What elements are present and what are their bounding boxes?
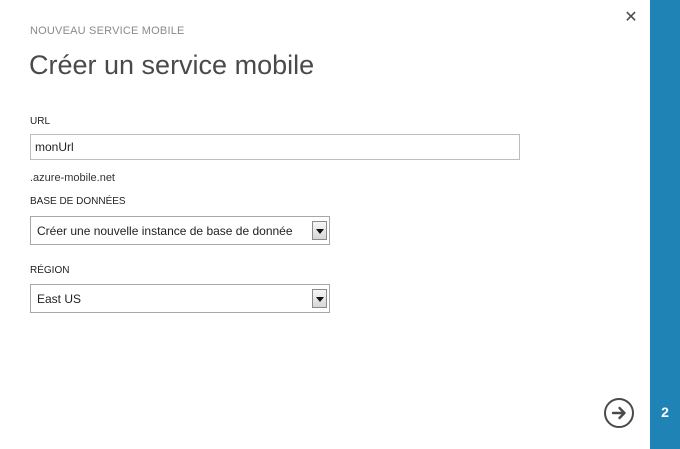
- step-number: 2: [661, 404, 669, 420]
- chevron-down-icon: [316, 229, 324, 234]
- wizard-step-sidebar: 2: [650, 0, 680, 449]
- url-suffix: .azure-mobile.net: [30, 172, 115, 184]
- dropdown-button[interactable]: [312, 221, 327, 240]
- database-label: BASE DE DONNÉES: [30, 196, 126, 207]
- arrow-right-icon: [611, 406, 626, 420]
- page-title: Créer un service mobile: [29, 50, 315, 80]
- region-selected-value: East US: [37, 292, 82, 306]
- next-button[interactable]: [604, 398, 634, 428]
- url-label: URL: [30, 116, 51, 127]
- region-select[interactable]: East US: [30, 284, 330, 313]
- url-input[interactable]: [30, 134, 520, 160]
- close-icon[interactable]: ✕: [622, 9, 640, 27]
- chevron-down-icon: [316, 297, 324, 302]
- region-label: RÉGION: [30, 265, 70, 276]
- wizard-panel: ✕ NOUVEAU SERVICE MOBILE Créer un servic…: [0, 0, 650, 449]
- database-select[interactable]: Créer une nouvelle instance de base de d…: [30, 216, 330, 245]
- database-selected-value: Créer une nouvelle instance de base de d…: [37, 224, 293, 238]
- dropdown-button[interactable]: [312, 289, 327, 308]
- wizard-eyebrow: NOUVEAU SERVICE MOBILE: [30, 25, 185, 37]
